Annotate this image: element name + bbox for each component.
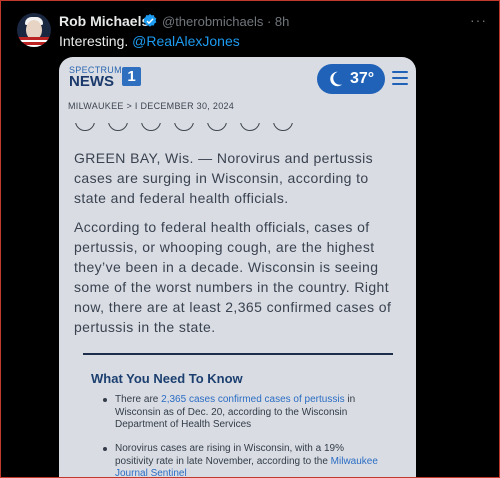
x-icon (108, 123, 128, 131)
author-handle[interactable]: @therobmichaels · 8h (162, 14, 289, 29)
share-icon (240, 123, 260, 131)
more-options-icon[interactable]: ··· (470, 12, 487, 28)
hamburger-menu-icon (392, 71, 408, 85)
tweet-text-body: Interesting. (59, 33, 133, 49)
article-image[interactable]: SPECTRUM NEWS 1 37° MILWAUKEE > I DECEMB… (59, 57, 416, 478)
section-divider (83, 353, 393, 355)
moon-icon (330, 71, 343, 87)
logo-number: 1 (122, 67, 141, 86)
section-title: What You Need To Know (91, 371, 243, 386)
reddit-icon (141, 123, 161, 131)
weather-badge: 37° (317, 64, 385, 94)
avatar[interactable] (17, 13, 51, 47)
link-icon (273, 123, 293, 131)
bullet-item-2: Norovirus cases are rising in Wisconsin,… (115, 443, 385, 478)
bullet-dot (103, 447, 107, 451)
email-icon (174, 123, 194, 131)
breadcrumb: MILWAUKEE > I DECEMBER 30, 2024 (68, 101, 235, 111)
bullet-1-text: There are (115, 394, 162, 405)
verified-badge-icon (143, 14, 157, 27)
facebook-icon (75, 123, 95, 131)
temperature: 37° (350, 70, 375, 87)
bullet-2-text: Norovirus cases are rising in Wisconsin,… (115, 443, 344, 467)
article-paragraph-2: According to federal health officials, c… (74, 219, 392, 335)
mention-link[interactable]: @RealAlexJones (132, 33, 240, 49)
logo-news: NEWS (69, 73, 114, 90)
author-name[interactable]: Rob Michaels (59, 13, 149, 29)
bullet-1-link: 2,365 cases confirmed cases of pertussis (161, 394, 345, 405)
whatsapp-icon (207, 123, 227, 131)
tweet-text: Interesting. @RealAlexJones (59, 33, 240, 49)
bullet-item-1: There are 2,365 cases confirmed cases of… (115, 394, 385, 432)
article-paragraph-1: GREEN BAY, Wis. — Norovirus and pertussi… (74, 150, 374, 206)
share-icons (75, 123, 335, 133)
bullet-dot (103, 398, 107, 402)
avatar-flag (17, 37, 51, 47)
